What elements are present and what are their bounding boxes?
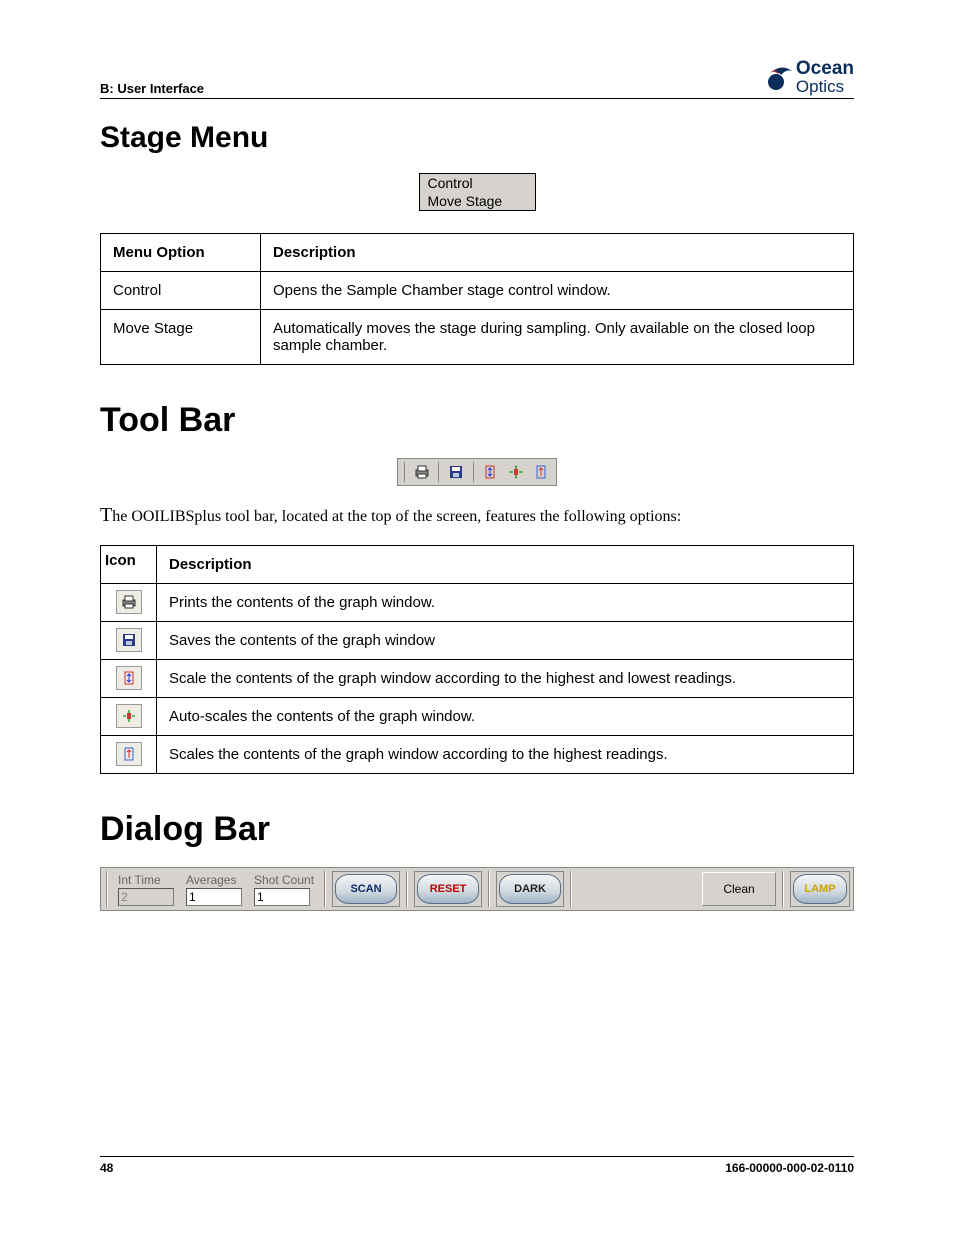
breadcrumb: B: User Interface <box>100 81 204 96</box>
reset-button[interactable]: RESET <box>417 874 479 904</box>
menu-item-move-stage[interactable]: Move Stage <box>420 192 535 210</box>
stage-menu-dropdown: Control Move Stage <box>419 173 536 211</box>
table-row: Prints the contents of the graph window. <box>101 584 854 622</box>
save-icon[interactable] <box>445 461 466 483</box>
table-row: Auto-scales the contents of the graph wi… <box>101 698 854 736</box>
dark-button[interactable]: DARK <box>499 874 561 904</box>
table-row: Saves the contents of the graph window <box>101 622 854 660</box>
stage-menu-table: Menu Option Description Control Opens th… <box>100 233 854 365</box>
table-row: Control Opens the Sample Chamber stage c… <box>101 272 854 310</box>
page-header: B: User Interface Ocean Optics <box>100 60 854 99</box>
toolbar-intro: The OOILIBSplus tool bar, located at the… <box>100 504 854 527</box>
int-time-field: Int Time <box>114 873 178 906</box>
scale-high-icon <box>116 742 142 766</box>
save-icon <box>116 628 142 652</box>
lamp-button[interactable]: LAMP <box>793 874 847 904</box>
scale-both-icon[interactable] <box>480 461 501 483</box>
averages-field: Averages <box>182 873 246 906</box>
toolbar-table: Icon Description Prints the contents of … <box>100 545 854 774</box>
shot-count-field: Shot Count <box>250 873 318 906</box>
col-description: Description <box>157 546 854 584</box>
col-icon: Icon <box>101 546 157 584</box>
shot-count-label: Shot Count <box>254 873 314 887</box>
scale-both-icon <box>116 666 142 690</box>
scan-button[interactable]: SCAN <box>335 874 397 904</box>
page-number: 48 <box>100 1161 113 1175</box>
logo-text-top: Ocean <box>796 58 854 79</box>
brand-logo: Ocean Optics <box>764 60 854 96</box>
dialog-bar-heading: Dialog Bar <box>100 810 854 849</box>
table-row: Move Stage Automatically moves the stage… <box>101 310 854 365</box>
col-description: Description <box>261 234 854 272</box>
print-icon[interactable] <box>411 461 432 483</box>
averages-input[interactable] <box>186 888 242 906</box>
logo-text-bottom: Optics <box>796 77 844 96</box>
tool-bar-heading: Tool Bar <box>100 401 854 440</box>
col-menu-option: Menu Option <box>101 234 261 272</box>
autoscale-icon[interactable] <box>505 461 526 483</box>
table-row: Scale the contents of the graph window a… <box>101 660 854 698</box>
stage-menu-heading: Stage Menu <box>100 121 854 155</box>
int-time-label: Int Time <box>118 873 174 887</box>
print-icon <box>116 590 142 614</box>
toolbar-screenshot <box>397 458 557 486</box>
menu-item-control[interactable]: Control <box>420 174 535 192</box>
dialog-bar: Int Time Averages Shot Count SCAN RESET … <box>100 867 854 911</box>
doc-number: 166-00000-000-02-0110 <box>725 1161 854 1175</box>
page-footer: 48 166-00000-000-02-0110 <box>100 1156 854 1175</box>
scale-high-icon[interactable] <box>531 461 552 483</box>
int-time-input <box>118 888 174 906</box>
autoscale-icon <box>116 704 142 728</box>
ocean-optics-logo-icon <box>764 65 794 91</box>
shot-count-input[interactable] <box>254 888 310 906</box>
clean-button[interactable]: Clean <box>702 872 776 906</box>
table-row: Scales the contents of the graph window … <box>101 736 854 774</box>
averages-label: Averages <box>186 873 242 887</box>
